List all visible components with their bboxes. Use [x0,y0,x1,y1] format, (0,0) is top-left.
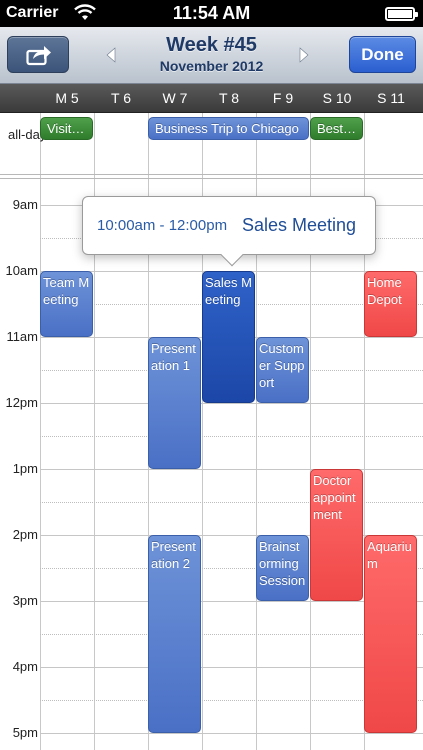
event-block[interactable]: Sales Meeting [202,271,255,403]
event-block[interactable]: Team Meeting [40,271,93,337]
hour-label: 11am [6,329,38,344]
event-block[interactable]: Presentation 1 [148,337,201,469]
hour-label: 1pm [12,461,38,476]
hour-label: 3pm [12,593,38,608]
event-block[interactable]: Presentation 2 [148,535,201,733]
event-block[interactable]: Customer Support [256,337,309,403]
allday-separator [0,174,423,175]
share-button[interactable] [7,36,69,73]
month-label: November 2012 [159,58,264,74]
event-block[interactable]: Brainstorming Session [256,535,309,601]
allday-separator [0,178,423,179]
popover-time: 10:00am - 12:00pm [97,217,228,234]
allday-event[interactable]: Best… [310,117,363,140]
hour-label: 5pm [12,725,38,740]
day-header: M 5 T 6 W 7 T 8 F 9 S 10 S 11 [0,84,423,113]
day-header-wed[interactable]: W 7 [148,90,202,106]
event-popover[interactable]: 10:00am - 12:00pm Sales Meeting [82,196,376,267]
grid-line [40,113,41,750]
clock: 11:54 AM [172,3,251,23]
week-label: Week #45 [166,34,257,56]
half-hour-line [40,436,423,437]
battery-icon [385,7,418,21]
day-header-thu[interactable]: T 8 [202,90,256,106]
allday-event[interactable]: Business Trip to Chicago [148,117,309,140]
hour-line [40,403,423,404]
day-header-sun[interactable]: S 11 [364,90,418,106]
day-header-sat[interactable]: S 10 [310,90,364,106]
hour-label: 10am [5,263,38,278]
event-block[interactable]: Aquarium [364,535,417,733]
allday-event[interactable]: Visit… [40,117,93,140]
event-block[interactable]: Home Depot [364,271,417,337]
day-header-tue[interactable]: T 6 [94,90,148,106]
status-bar: Carrier 11:54 AM [0,0,423,27]
hour-label: 2pm [12,527,38,542]
day-header-mon[interactable]: M 5 [40,90,94,106]
hour-label: 12pm [5,395,38,410]
hour-line [40,469,423,470]
hour-label: 4pm [12,659,38,674]
hour-line [40,733,423,734]
half-hour-line [40,502,423,503]
week-title: Week #45 November 2012 [110,34,313,74]
nav-bar: Week #45 November 2012 Done [0,27,423,84]
popover-title[interactable]: Sales Meeting [242,215,356,236]
event-block[interactable]: Doctor appointment [310,469,363,601]
day-header-fri[interactable]: F 9 [256,90,310,106]
hour-label: 9am [12,197,38,212]
share-icon [26,46,51,66]
done-button[interactable]: Done [349,36,416,73]
right-arrow-icon[interactable] [297,45,311,65]
